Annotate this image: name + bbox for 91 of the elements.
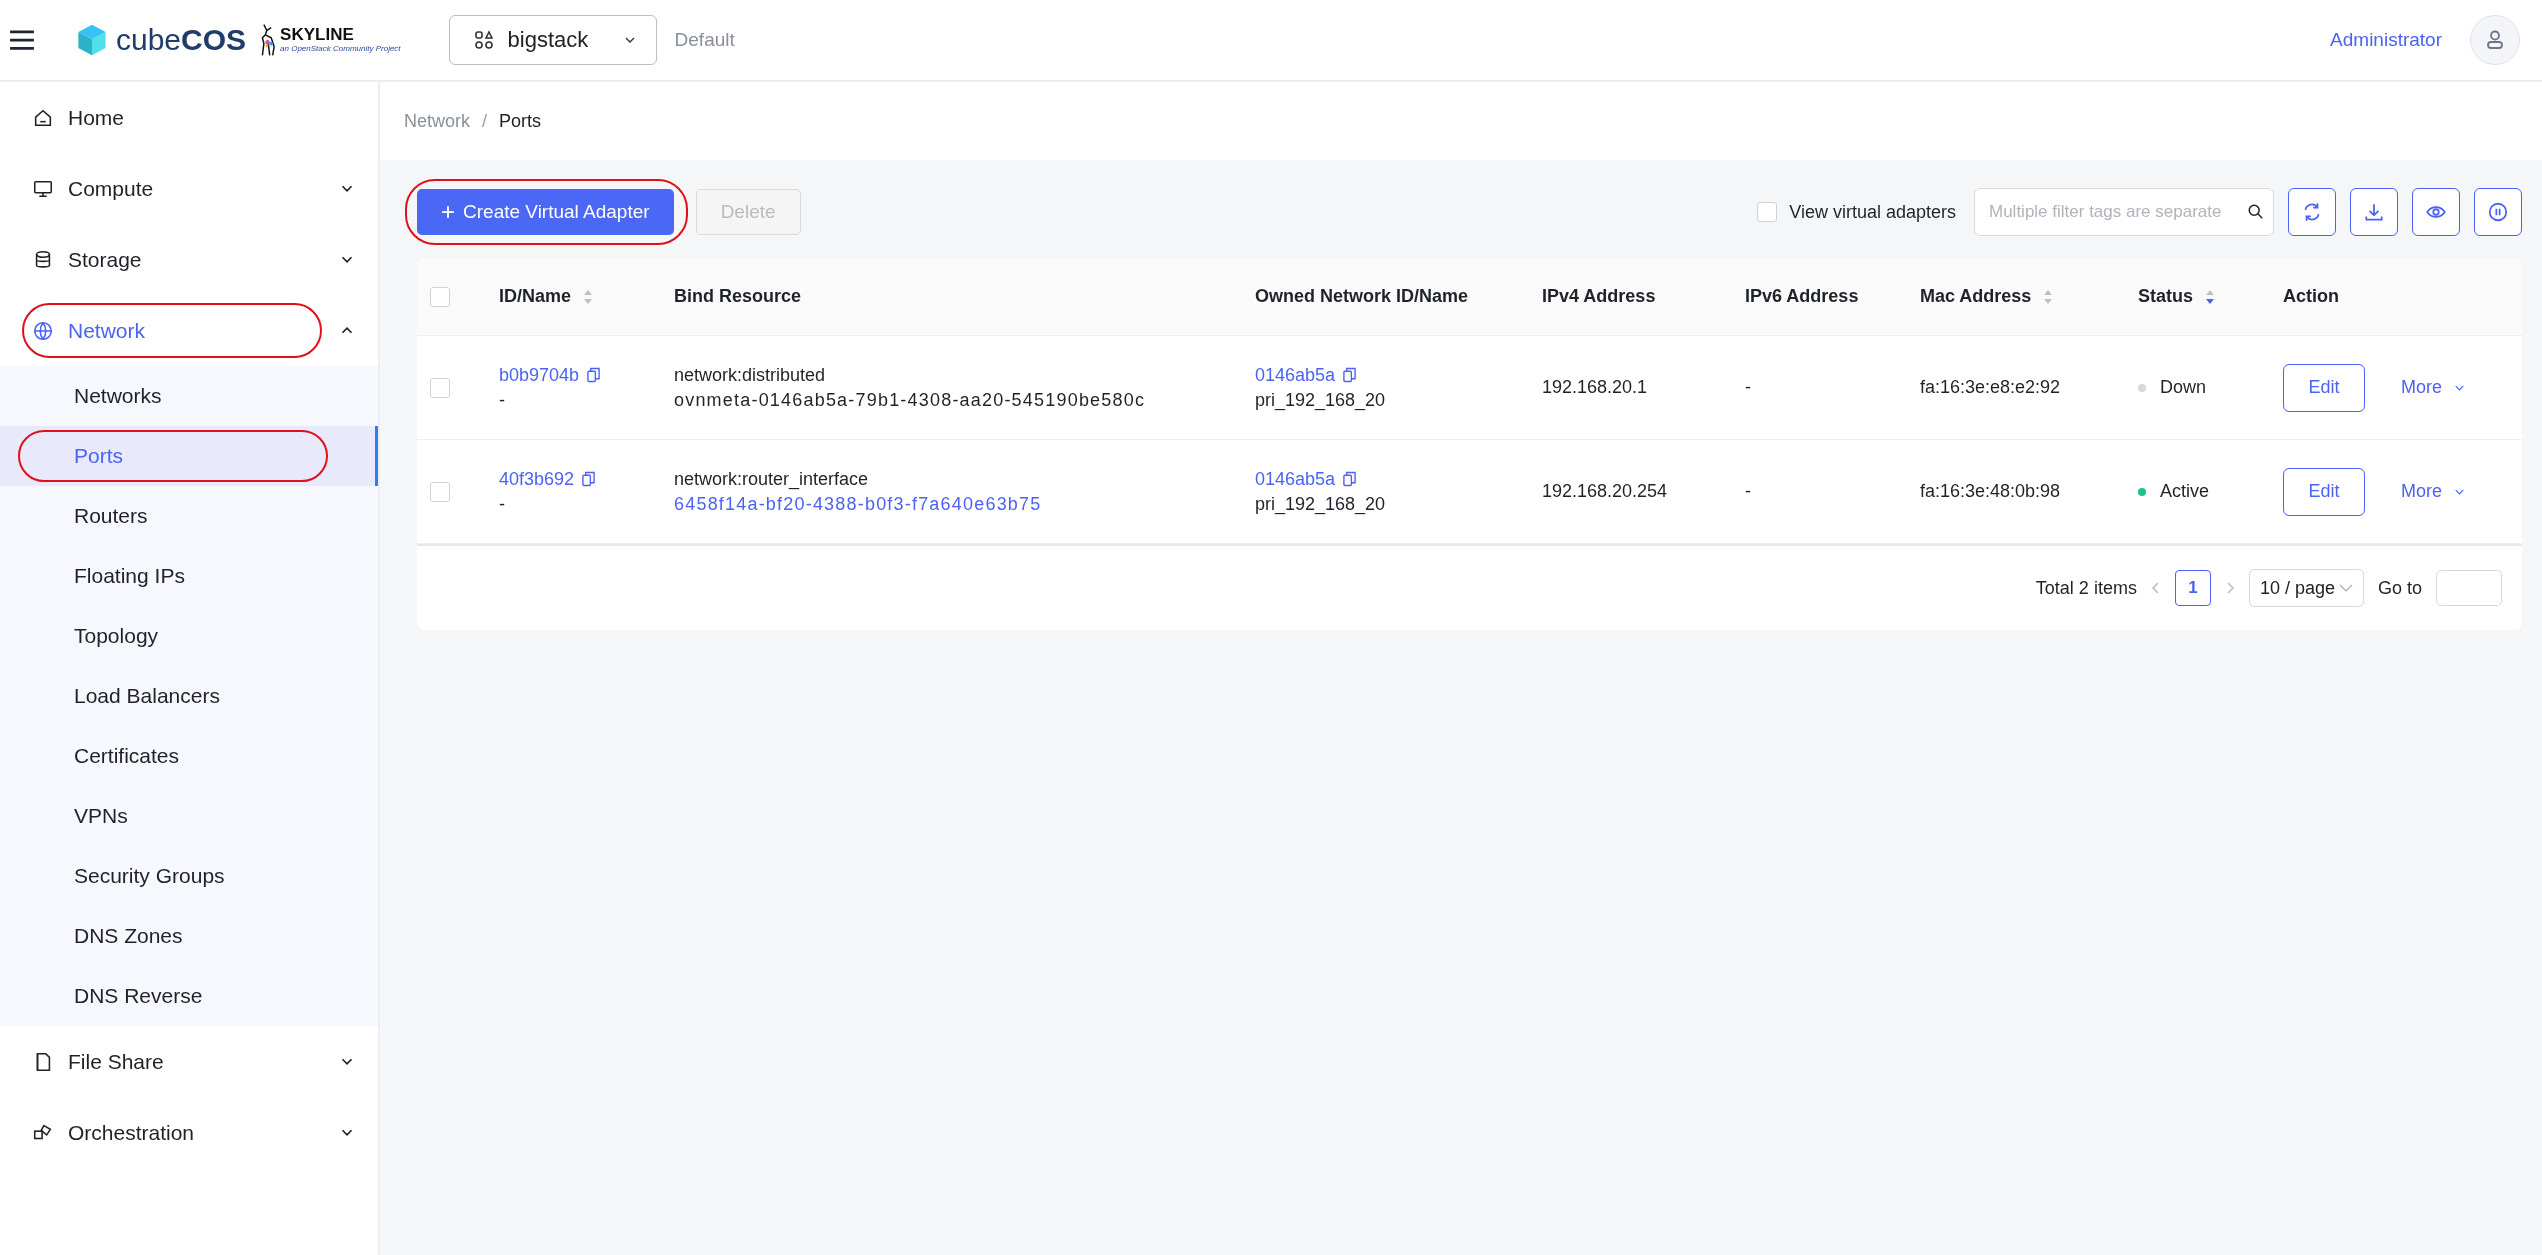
row-checkbox[interactable] [430, 481, 450, 502]
more-link[interactable]: More [2401, 481, 2465, 502]
table-cell: - [499, 389, 505, 411]
table-cell: fa:16:3e:48:0b:98 [1920, 481, 2061, 502]
apps-icon [473, 30, 494, 50]
table-cell: network:distributed [674, 364, 826, 386]
table-cell: pri_192_168_20 [1255, 389, 1386, 411]
row-checkbox[interactable] [430, 377, 450, 398]
sidebar-item[interactable]: Network [0, 295, 378, 366]
select-all-checkbox[interactable] [430, 286, 450, 307]
more-link[interactable]: More [2401, 377, 2465, 398]
goto-field[interactable] [2436, 570, 2502, 606]
brand-name: cubeCOS [116, 23, 247, 57]
sidebar-subitem[interactable]: Ports [0, 426, 378, 486]
copy-icon[interactable] [582, 471, 596, 487]
eye-button[interactable] [2412, 188, 2460, 236]
sidebar-subitem[interactable]: Networks [0, 366, 378, 426]
pause-icon [2487, 201, 2509, 223]
page-button[interactable]: 1 [2174, 570, 2211, 606]
breadcrumb-item: Ports [499, 110, 542, 132]
domain-label: Default [674, 29, 735, 51]
cube-logo-icon [76, 22, 108, 58]
column-header: IPv4 Address [1542, 286, 1656, 307]
breadcrumb-separator: / [482, 110, 488, 132]
search-input[interactable]: Multiple filter tags are separate [1987, 201, 2243, 223]
table-cell: pri_192_168_20 [1255, 493, 1386, 515]
table-cell: - [1745, 377, 1751, 398]
edit-button[interactable]: Edit [2283, 363, 2365, 412]
sidebar-subitem[interactable]: DNS Reverse [0, 966, 378, 1026]
avatar-button[interactable] [2470, 15, 2520, 65]
menu-icon[interactable] [8, 29, 36, 51]
network-id-link[interactable]: 0146ab5a [1255, 364, 1336, 386]
page-size-select[interactable]: 10 / page [2248, 569, 2364, 607]
partner-name: SKYLINE [280, 26, 355, 44]
sidebar-item[interactable]: Orchestration [0, 1097, 378, 1168]
sidebar-item[interactable]: File Share [0, 1026, 378, 1097]
table-cell: - [499, 493, 505, 515]
chevron-down-icon [2454, 383, 2465, 392]
copy-icon[interactable] [1343, 367, 1357, 383]
project-selector[interactable]: bigstack [448, 15, 657, 65]
status-text: Down [2160, 377, 2207, 398]
checkbox[interactable] [1757, 202, 1778, 222]
download-button[interactable] [2350, 188, 2398, 236]
user-link[interactable]: Administrator [2330, 29, 2442, 51]
partner-tagline: an OpenStack Community Project [280, 44, 401, 54]
sidebar-subitem[interactable]: Load Balancers [0, 666, 378, 726]
pause-button[interactable] [2474, 188, 2522, 236]
edit-button[interactable]: Edit [2283, 467, 2365, 516]
search-icon [2247, 203, 2265, 221]
table-cell: 192.168.20.254 [1542, 481, 1668, 502]
chevron-down-icon [2338, 584, 2353, 592]
table-cell: network:router_interface [674, 468, 869, 490]
column-header: IPv6 Address [1745, 286, 1859, 307]
column-header: Mac Address [1920, 286, 2032, 307]
table-cell: 192.168.20.1 [1542, 377, 1648, 398]
table-cell: - [1745, 481, 1751, 502]
status-text: Active [2160, 481, 2210, 502]
search-field[interactable]: Multiple filter tags are separate [1974, 188, 2274, 236]
sidebar-subitem[interactable]: Topology [0, 606, 378, 666]
create-button[interactable]: + Create Virtual Adapter [417, 189, 674, 235]
sidebar-subitem[interactable]: VPNs [0, 786, 378, 846]
chevron-down-icon [623, 36, 636, 44]
sidebar-item[interactable]: Home [0, 82, 378, 153]
chevron-down-icon [2454, 487, 2465, 496]
checkbox-label[interactable]: View virtual adapters [1789, 201, 1956, 223]
column-header: Action [2283, 286, 2339, 307]
port-id-link[interactable]: 40f3b692 [499, 468, 575, 490]
network-icon [32, 319, 54, 342]
port-id-link[interactable]: b0b9704b [499, 364, 580, 386]
sidebar-subitem[interactable]: DNS Zones [0, 906, 378, 966]
sidebar-subitem[interactable]: Routers [0, 486, 378, 546]
column-header: ID/Name [499, 286, 572, 307]
resource-link[interactable]: 6458f14a-bf20-4388-b0f3-f7a640e63b75 [674, 493, 1042, 515]
sidebar-subitem[interactable]: Floating IPs [0, 546, 378, 606]
sidebar-item[interactable]: Storage [0, 224, 378, 295]
goto-label: Go to [2377, 577, 2422, 599]
column-header: Owned Network ID/Name [1255, 286, 1469, 307]
download-icon [2363, 201, 2385, 223]
table-cell: fa:16:3e:e8:e2:92 [1920, 377, 2061, 398]
column-header: Bind Resource [674, 286, 802, 307]
network-id-link[interactable]: 0146ab5a [1255, 468, 1336, 490]
copy-icon[interactable] [587, 367, 601, 383]
column-header: Status [2138, 286, 2193, 307]
total-count: Total 2 items [2035, 577, 2137, 599]
refresh-button[interactable] [2288, 188, 2336, 236]
sidebar-subitem[interactable]: Security Groups [0, 846, 378, 906]
table-cell: ovnmeta-0146ab5a-79b1-4308-aa20-545190be580c [674, 389, 1146, 411]
sidebar-subitem[interactable]: Certificates [0, 726, 378, 786]
sidebar-item[interactable]: Compute [0, 153, 378, 224]
sort-icon[interactable] [2205, 288, 2215, 305]
copy-icon[interactable] [1343, 471, 1357, 487]
